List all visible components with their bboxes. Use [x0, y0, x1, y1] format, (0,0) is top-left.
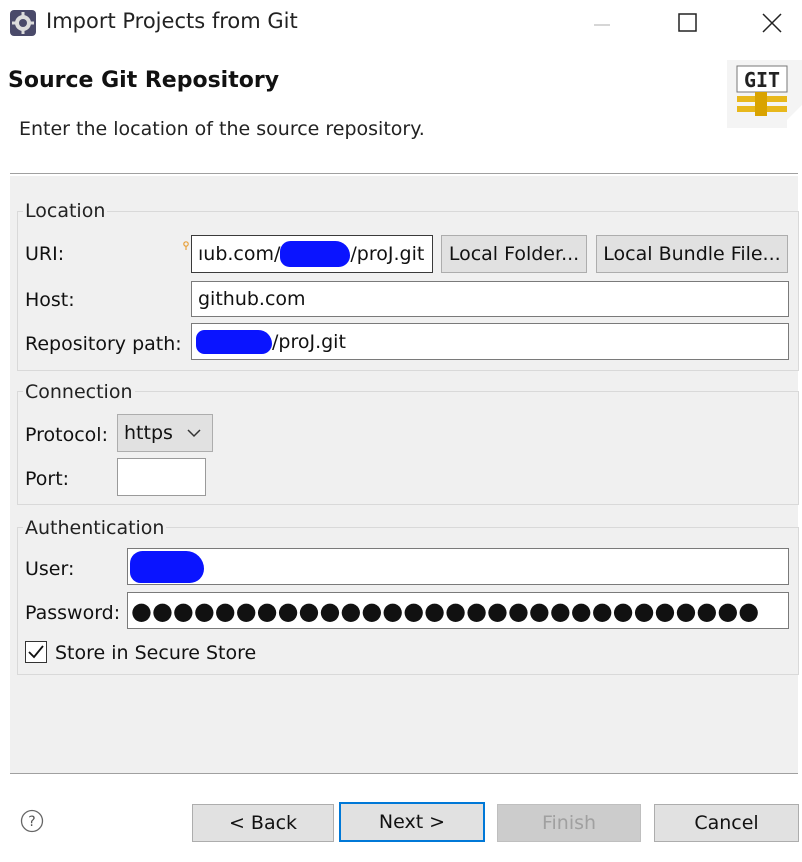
uri-input[interactable]: ıub.com/ /proJ.git: [191, 235, 433, 273]
help-icon[interactable]: ?: [20, 809, 44, 833]
maximize-button[interactable]: [668, 6, 708, 40]
git-logo: GIT: [727, 60, 802, 128]
finish-button: Finish: [497, 804, 641, 842]
page-description: Enter the location of the source reposit…: [19, 118, 425, 140]
password-input[interactable]: ●●●●●●●●●●●●●●●●●●●●●●●●●●●●●●: [127, 592, 789, 629]
location-group-title: Location: [23, 200, 108, 222]
authentication-group-title: Authentication: [23, 517, 167, 539]
uri-label: URI:: [25, 243, 65, 265]
user-input[interactable]: [127, 548, 789, 585]
user-label: User:: [25, 558, 75, 580]
password-label: Password:: [25, 602, 121, 624]
password-mask: ●●●●●●●●●●●●●●●●●●●●●●●●●●●●●●: [131, 596, 760, 625]
protocol-value: https: [124, 422, 173, 444]
port-label: Port:: [25, 468, 70, 490]
window-title: Import Projects from Git: [46, 9, 298, 33]
local-folder-button[interactable]: Local Folder...: [441, 235, 587, 273]
header-separator: [10, 173, 798, 174]
uri-value-end: /proJ.git: [350, 243, 425, 265]
back-button[interactable]: < Back: [192, 804, 334, 842]
close-button[interactable]: [752, 6, 792, 40]
svg-text:?: ?: [28, 814, 35, 830]
repository-path-label: Repository path:: [25, 333, 182, 355]
minimize-button[interactable]: [582, 6, 622, 40]
next-button[interactable]: Next >: [339, 802, 485, 842]
store-secure-label[interactable]: Store in Secure Store: [55, 642, 256, 664]
checkmark-icon: [28, 645, 44, 659]
repository-path-value-end: /proJ.git: [272, 330, 346, 353]
git-logo-text: GIT: [744, 68, 780, 92]
content-assist-icon: [183, 232, 191, 250]
protocol-label: Protocol:: [25, 424, 108, 446]
eclipse-gear-icon: [10, 10, 36, 36]
host-input[interactable]: github.com: [191, 281, 789, 317]
page-title: Source Git Repository: [8, 68, 280, 93]
uri-value-start: ıub.com/: [198, 243, 281, 265]
footer-separator: [10, 773, 798, 774]
title-bar: Import Projects from Git: [0, 0, 802, 46]
cancel-button[interactable]: Cancel: [654, 804, 799, 842]
redaction-mark: [130, 550, 204, 583]
redaction-mark: [280, 241, 351, 267]
chevron-down-icon: [187, 428, 201, 438]
protocol-select[interactable]: https: [117, 414, 213, 452]
repository-path-input[interactable]: /proJ.git: [191, 323, 789, 360]
port-input[interactable]: [117, 458, 206, 496]
store-secure-checkbox[interactable]: [25, 641, 47, 663]
connection-group-title: Connection: [23, 381, 135, 403]
local-bundle-file-button[interactable]: Local Bundle File...: [596, 235, 788, 273]
host-label: Host:: [25, 289, 75, 311]
redaction-mark: [196, 329, 272, 354]
